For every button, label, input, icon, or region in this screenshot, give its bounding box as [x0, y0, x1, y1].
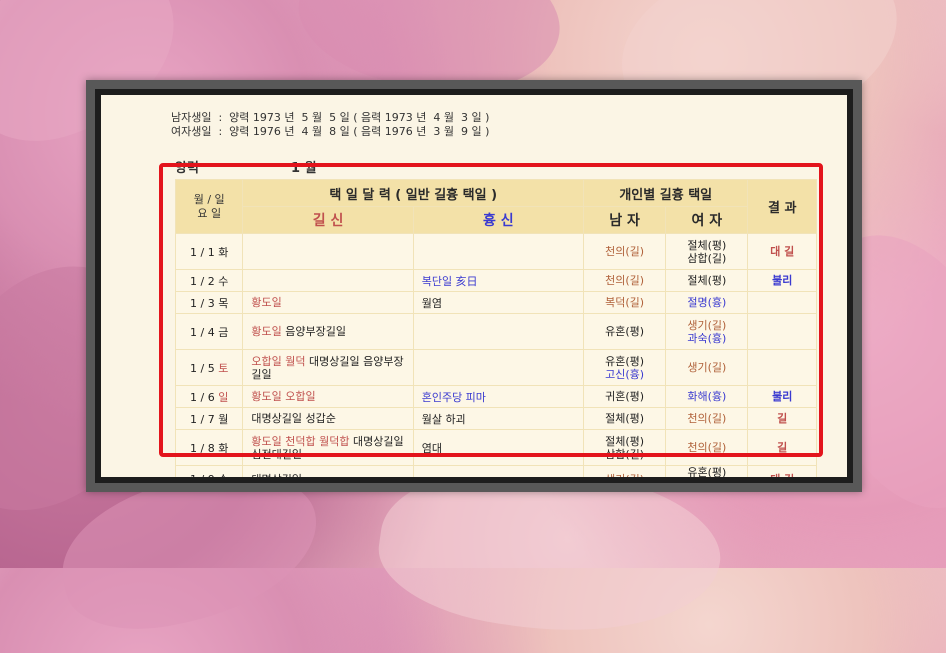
date-text: 1 / 9: [190, 473, 218, 477]
highlight-box: [159, 163, 823, 457]
good-spirits-cell: 대명상길일: [242, 465, 414, 478]
table-row: 1 / 9 수대명상길일생기(길)유혼(평)삼합(길)대 길: [174, 465, 817, 478]
cell-text: 대명상길일: [251, 473, 302, 478]
bad-spirits-cell: [412, 465, 585, 477]
weekday-text: 수: [218, 473, 228, 477]
male-cell: 생기(길): [583, 465, 667, 478]
birth-info: 남자생일 : 양력 1973 년 5 월 5 일 ( 음력 1973 년 4 월…: [171, 111, 489, 139]
result-cell: 대 길: [747, 465, 817, 477]
female-cell: 유혼(평)삼합(길): [665, 465, 749, 477]
date-cell: 1 / 9 수: [174, 465, 244, 477]
female-birth-line: 여자생일 : 양력 1976 년 4 월 8 일 ( 음력 1976 년 3 월…: [171, 125, 490, 138]
cell-text: 유혼(평): [687, 466, 727, 477]
male-birth-line: 남자생일 : 양력 1973 년 5 월 5 일 ( 음력 1973 년 4 월…: [171, 111, 490, 124]
cell-text: 생기(길): [605, 473, 644, 478]
